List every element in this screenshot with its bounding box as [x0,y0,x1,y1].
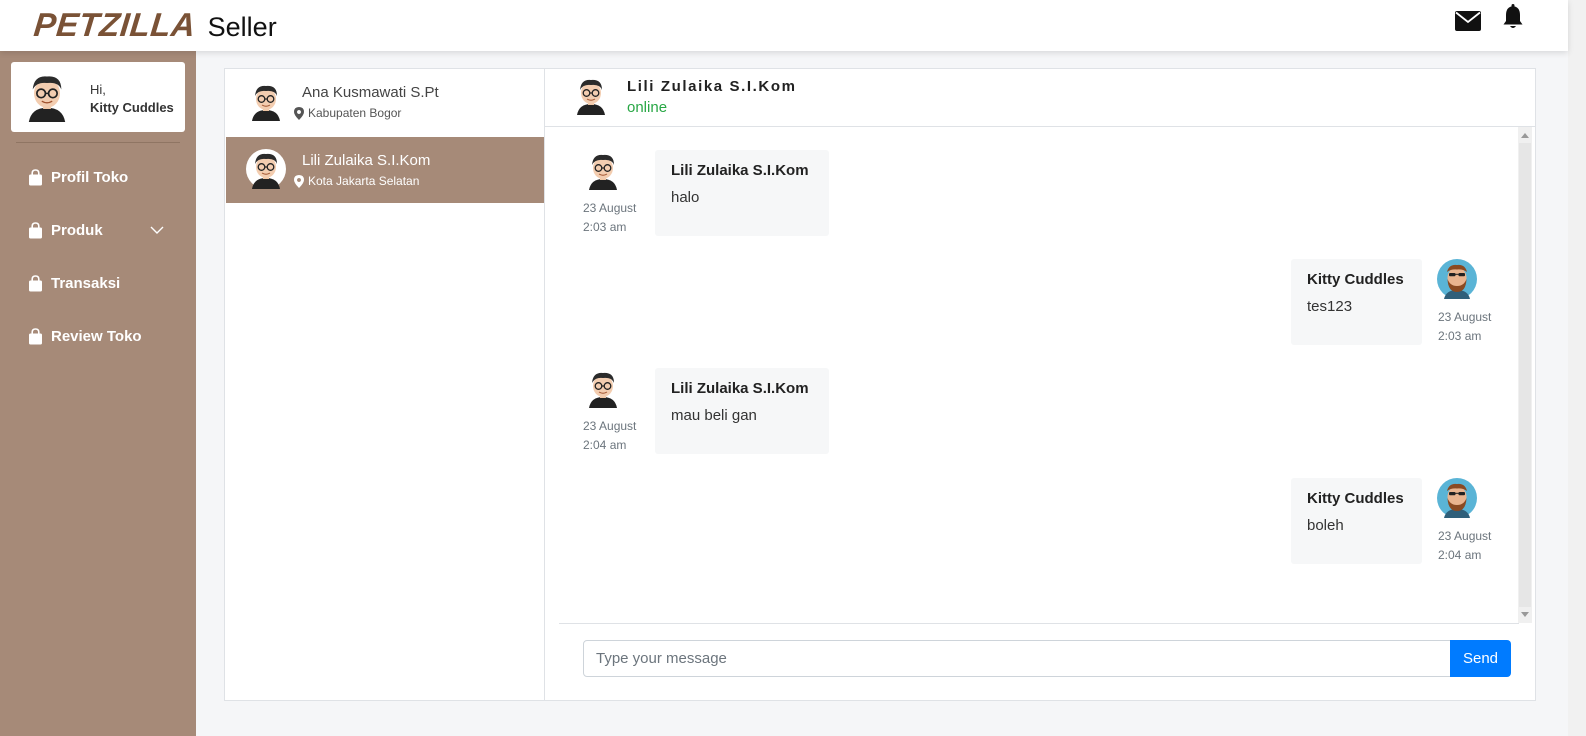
message-bubble: Lili Zulaika S.I.Kom mau beli gan [655,368,829,454]
message-sender: Kitty Cuddles [1307,271,1404,288]
message-bubble: Kitty Cuddles boleh [1291,478,1422,564]
sidebar-item-label: Review Toko [51,327,142,345]
user-card[interactable]: Hi, Kitty Cuddles [11,62,185,132]
contact-list: Ana Kusmawati S.Pt Kabupaten Bogor Lili … [225,69,545,700]
top-navbar: PETZILLA Seller [0,0,1568,51]
send-button[interactable]: Send [1450,640,1511,677]
message-time: 2:03 am [583,220,627,234]
user-avatar [21,70,73,122]
greeting-label: Hi, [90,82,106,97]
bell-icon[interactable] [1500,4,1526,30]
sidebar-item-profil-toko[interactable]: Profil Toko [0,159,196,195]
conversation-name: Lili Zulaika S.I.Kom [627,78,797,95]
map-pin-icon [294,175,304,188]
message-avatar [583,150,623,190]
sidebar-item-label: Produk [51,221,103,239]
user-name: Kitty Cuddles [90,100,174,115]
sidebar-item-produk[interactable]: Produk [0,212,196,248]
message-avatar [583,368,623,408]
sidebar-item-label: Profil Toko [51,168,129,186]
message-text: tes123 [1307,298,1353,315]
brand[interactable]: PETZILLA Seller [32,6,277,44]
message-sender: Lili Zulaika S.I.Kom [671,380,809,397]
message-input[interactable] [583,640,1451,677]
brand-logo: PETZILLA [32,6,198,43]
shopping-bag-icon [28,169,43,186]
message-date: 23 August [583,201,637,215]
map-pin-icon [294,107,304,120]
message-sender: Kitty Cuddles [1307,490,1404,507]
online-status: online [627,99,668,116]
chat-panel: Ana Kusmawati S.Pt Kabupaten Bogor Lili … [224,68,1536,701]
contact-item[interactable]: Ana Kusmawati S.Pt Kabupaten Bogor [226,69,544,135]
envelope-icon[interactable] [1455,8,1481,34]
contact-avatar [246,149,286,189]
message-list[interactable]: 23 August 2:03 am Lili Zulaika S.I.Kom h… [559,127,1519,623]
page-scrollbar[interactable] [1568,0,1586,736]
message-sender: Lili Zulaika S.I.Kom [671,162,809,179]
message-timestamp: 23 August 2:04 am [1438,527,1491,565]
sidebar-item-review-toko[interactable]: Review Toko [0,318,196,354]
message-time: 2:04 am [1438,548,1482,562]
shopping-bag-icon [28,328,43,345]
message-time: 2:04 am [583,438,627,452]
message-scrollbar[interactable] [1518,127,1532,623]
message-bubble: Kitty Cuddles tes123 [1291,259,1422,345]
contact-avatar [246,81,286,121]
message-timestamp: 23 August 2:03 am [583,199,636,237]
contact-location-text: Kabupaten Bogor [308,106,402,120]
contact-location-text: Kota Jakarta Selatan [308,174,420,188]
contact-name: Lili Zulaika S.I.Kom [302,152,431,169]
shopping-bag-icon [28,222,43,239]
sidebar-item-label: Transaksi [51,274,121,292]
sidebar: Hi, Kitty Cuddles Profil Toko Produk Tra… [0,51,196,736]
contact-name: Ana Kusmawati S.Pt [302,84,439,101]
message-text: boleh [1307,517,1344,534]
message-timestamp: 23 August 2:04 am [583,417,636,455]
message-avatar [1437,478,1477,518]
conversation-header: Lili Zulaika S.I.Kom online [545,69,1535,127]
contact-item-active[interactable]: Lili Zulaika S.I.Kom Kota Jakarta Selata… [226,137,544,203]
sidebar-item-transaksi[interactable]: Transaksi [0,265,196,301]
chevron-down-icon[interactable] [150,225,164,235]
message-time: 2:03 am [1438,329,1482,343]
scroll-down-arrow-icon[interactable] [1521,612,1529,617]
message-date: 23 August [1438,529,1492,543]
message-date: 23 August [1438,310,1492,324]
message-date: 23 August [583,419,637,433]
message-timestamp: 23 August 2:03 am [1438,308,1491,346]
scroll-thumb[interactable] [1519,143,1531,607]
message-text: mau beli gan [671,407,757,424]
conversation: Lili Zulaika S.I.Kom online 23 August 2:… [545,69,1535,700]
brand-suffix: Seller [207,12,277,42]
message-text: halo [671,189,700,206]
message-bubble: Lili Zulaika S.I.Kom halo [655,150,829,236]
sidebar-divider [16,142,180,143]
message-avatar [1437,259,1477,299]
conversation-avatar [571,75,611,115]
scroll-up-arrow-icon[interactable] [1521,133,1529,138]
contact-location: Kota Jakarta Selatan [294,174,419,188]
shopping-bag-icon [28,275,43,292]
contact-location: Kabupaten Bogor [294,106,401,120]
message-composer: Send [559,623,1519,700]
